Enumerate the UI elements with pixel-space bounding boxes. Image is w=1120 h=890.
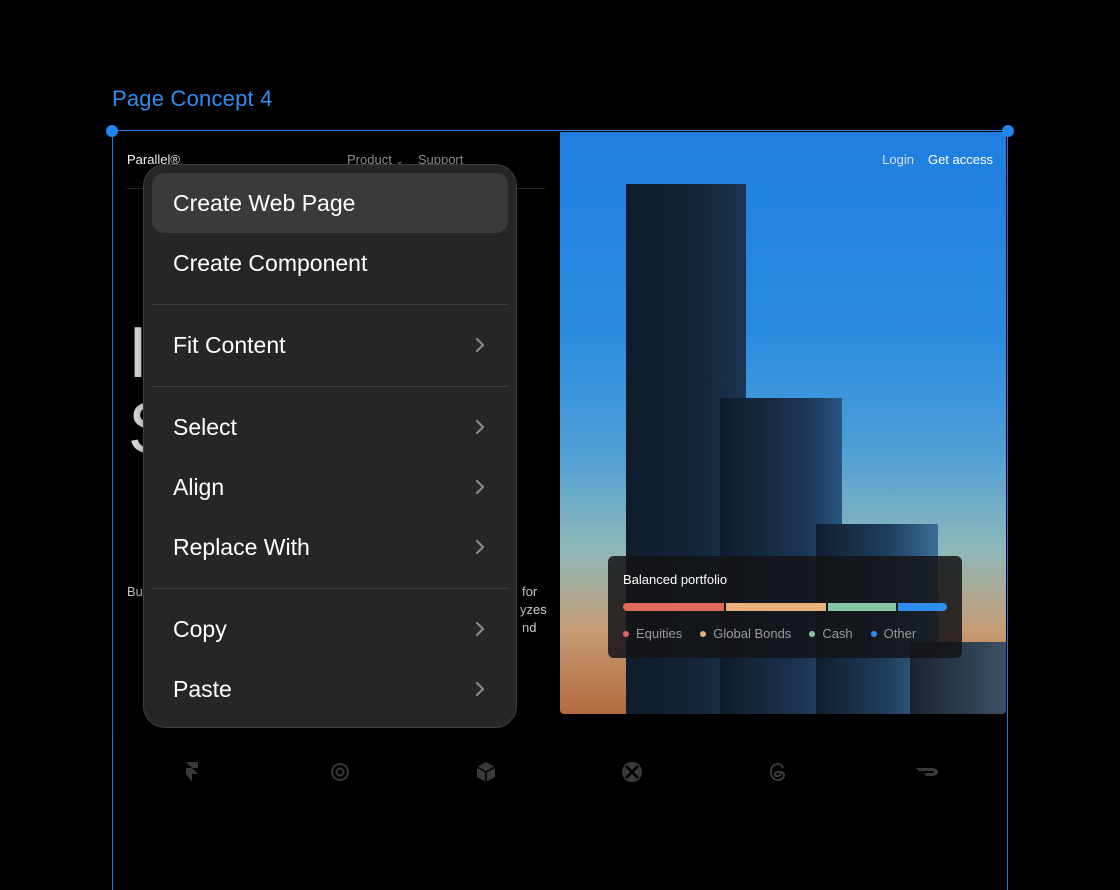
menu-item-label: Fit Content (173, 331, 286, 358)
menu-item-copy[interactable]: Copy (152, 599, 508, 659)
menu-item-create-component[interactable]: Create Component (152, 233, 508, 293)
menu-item-label: Align (173, 473, 225, 500)
chevron-right-icon (475, 539, 485, 555)
chevron-right-icon (475, 681, 485, 697)
selection-handle-top-left[interactable] (106, 125, 118, 137)
menu-item-label: Create Web Page (173, 189, 356, 216)
menu-item-fit-content[interactable]: Fit Content (152, 315, 508, 375)
selection-handle-top-right[interactable] (1002, 125, 1014, 137)
menu-separator (152, 588, 508, 589)
menu-item-select[interactable]: Select (152, 397, 508, 457)
menu-item-label: Replace With (173, 533, 310, 560)
menu-item-align[interactable]: Align (152, 457, 508, 517)
menu-item-create-web-page[interactable]: Create Web Page (152, 173, 508, 233)
chevron-right-icon (475, 337, 485, 353)
menu-separator (152, 304, 508, 305)
frame-label[interactable]: Page Concept 4 (112, 86, 273, 112)
menu-item-label: Paste (173, 675, 232, 702)
menu-item-label: Select (173, 413, 237, 440)
chevron-right-icon (475, 419, 485, 435)
menu-item-paste[interactable]: Paste (152, 659, 508, 719)
chevron-right-icon (475, 621, 485, 637)
menu-item-replace-with[interactable]: Replace With (152, 517, 508, 577)
menu-item-label: Copy (173, 615, 227, 642)
context-menu: Create Web Page Create Component Fit Conte… (143, 164, 517, 728)
chevron-right-icon (475, 479, 485, 495)
menu-item-label: Create Component (173, 249, 368, 276)
menu-separator (152, 386, 508, 387)
